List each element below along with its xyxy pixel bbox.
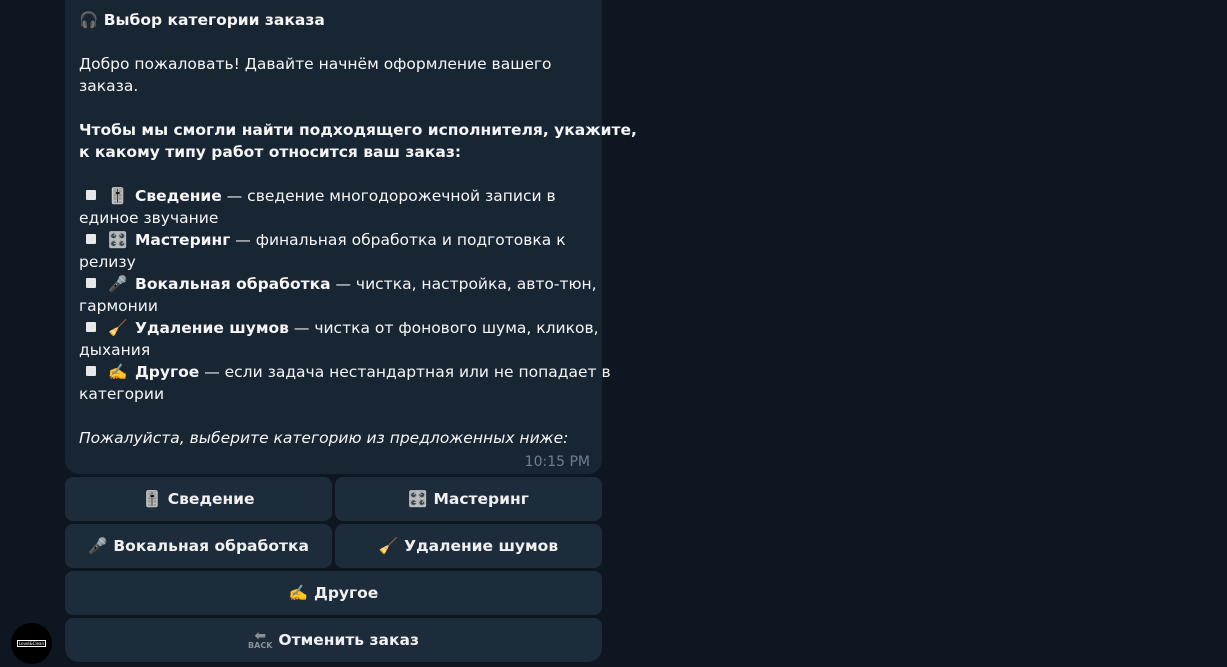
vocal-button-label: Вокальная обработка (113, 537, 309, 555)
category-item-mixing: 🎚️ Сведение — сведение многодорожечной за… (79, 185, 588, 229)
writing-hand-icon: ✍️ (288, 584, 309, 602)
noise-button-label: Удаление шумов (404, 537, 559, 555)
item-desc-cont: гармонии (79, 297, 158, 315)
category-item-noise: 🧹 Удаление шумов — чистка от фонового шум… (79, 317, 599, 361)
item-desc: — чистка от фонового шума, кликов, (288, 319, 599, 337)
message-title: 🎧 Выбор категории заказа (79, 11, 325, 29)
item-desc: — сведение многодорожечной записи в (221, 187, 556, 205)
slider-icon: 🎚️ (142, 490, 162, 508)
item-desc: — чистка, настройка, авто-тюн, (330, 275, 597, 293)
broom-icon: 🧹 (108, 319, 128, 337)
item-desc-cont: релизу (79, 253, 136, 271)
checkbox-icon (86, 234, 96, 244)
back-arrow-icon: ⬅ BACK (248, 628, 273, 650)
item-name: Сведение (135, 187, 222, 205)
broom-icon: 🧹 (378, 537, 399, 555)
mastering-button-label: Мастеринг (433, 490, 529, 508)
prompt-line-2: к какому типу работ относится ваш заказ: (79, 143, 462, 161)
item-desc-cont: единое звучание (79, 209, 219, 227)
checkbox-icon (86, 190, 96, 200)
message-bubble: 🎧 Выбор категории заказа Добро пожаловат… (65, 0, 637, 474)
keyboard-row: ⬅ BACK Отменить заказ (65, 618, 602, 662)
mastering-button[interactable]: 🎛️ Мастеринг (335, 477, 602, 521)
bot-avatar[interactable]: Level&Clean (11, 623, 52, 664)
avatar-logo-text: Level&Clean (16, 640, 47, 647)
microphone-icon: 🎤 (108, 275, 128, 293)
keyboard-row: 🎤 Вокальная обработка 🧹 Удаление шумов (65, 524, 602, 568)
item-name: Вокальная обработка (135, 275, 331, 293)
checkbox-icon (86, 366, 96, 376)
vocal-button[interactable]: 🎤 Вокальная обработка (65, 524, 332, 568)
welcome-line-2: заказа. (79, 77, 139, 95)
mixing-button-label: Сведение (167, 490, 255, 508)
welcome-line-1: Добро пожаловать! Давайте начнём оформле… (79, 55, 552, 73)
footer-text: Пожалуйста, выберите категорию из предло… (79, 429, 569, 447)
chat-view: Level&Clean 🎧 Выбор категории заказа Доб… (0, 0, 1227, 667)
checkbox-icon (86, 322, 96, 332)
keyboard-row: 🎚️ Сведение 🎛️ Мастеринг (65, 477, 602, 521)
other-button[interactable]: ✍️ Другое (65, 571, 602, 615)
item-name: Мастеринг (135, 231, 231, 249)
mixing-button[interactable]: 🎚️ Сведение (65, 477, 332, 521)
control-knobs-icon: 🎛️ (108, 231, 128, 249)
other-button-label: Другое (314, 584, 379, 602)
inline-keyboard: 🎚️ Сведение 🎛️ Мастеринг 🎤 Вокальная обр… (65, 477, 602, 665)
item-desc: — если задача нестандартная или не попад… (199, 363, 611, 381)
item-desc-cont: категории (79, 385, 165, 403)
category-item-other: ✍️ Другое — если задача нестандартная или… (79, 361, 611, 405)
item-desc-cont: дыхания (79, 341, 151, 359)
category-item-mastering: 🎛️ Мастеринг — финальная обработка и подг… (79, 229, 588, 273)
prompt-line-1: Чтобы мы смогли найти подходящего исполн… (79, 121, 637, 139)
slider-icon: 🎚️ (108, 187, 128, 205)
keyboard-row: ✍️ Другое (65, 571, 602, 615)
checkbox-icon (86, 278, 96, 288)
item-desc: — финальная обработка и подготовка к (230, 231, 566, 249)
message-time: 10:15 PM (524, 454, 590, 470)
item-name: Удаление шумов (135, 319, 289, 337)
writing-hand-icon: ✍️ (108, 363, 128, 381)
cancel-order-button[interactable]: ⬅ BACK Отменить заказ (65, 618, 602, 662)
microphone-icon: 🎤 (88, 537, 108, 555)
category-item-vocal: 🎤 Вокальная обработка — чистка, настройка… (79, 273, 597, 317)
control-knobs-icon: 🎛️ (408, 490, 428, 508)
noise-button[interactable]: 🧹 Удаление шумов (335, 524, 602, 568)
item-name: Другое (135, 363, 200, 381)
cancel-order-button-label: Отменить заказ (278, 631, 419, 649)
